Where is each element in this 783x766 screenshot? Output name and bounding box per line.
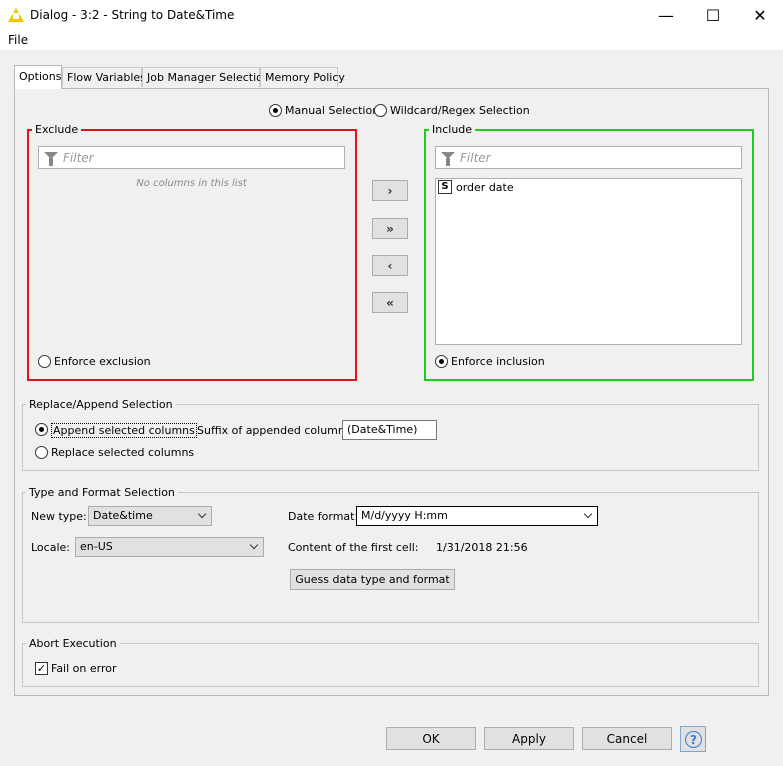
minimize-button[interactable]: — xyxy=(643,0,689,31)
enforce-exclusion-label[interactable]: Enforce exclusion xyxy=(54,355,151,368)
abort-execution-legend: Abort Execution xyxy=(26,637,120,650)
new-type-value: Date&time xyxy=(93,509,153,522)
title-bar: Dialog - 3:2 - String to Date&Time — ☐ ✕ xyxy=(0,0,783,32)
append-columns-label[interactable]: Append selected columns xyxy=(51,423,197,438)
list-item[interactable]: S order date xyxy=(437,180,740,195)
new-type-label: New type: xyxy=(31,510,87,523)
include-filter-placeholder: Filter xyxy=(460,151,491,165)
exclude-legend: Exclude xyxy=(32,123,82,136)
locale-value: en-US xyxy=(80,540,113,553)
list-item-label: order date xyxy=(456,181,514,194)
new-type-select[interactable]: Date&time xyxy=(88,506,212,526)
type-format-legend: Type and Format Selection xyxy=(26,486,178,499)
remove-all-button[interactable]: « xyxy=(372,292,408,313)
include-legend: Include xyxy=(429,123,476,136)
maximize-button[interactable]: ☐ xyxy=(690,0,736,31)
filter-icon xyxy=(441,152,455,166)
fail-on-error-label[interactable]: Fail on error xyxy=(51,662,117,675)
first-cell-label: Content of the first cell: xyxy=(288,541,419,554)
date-format-select[interactable]: M/d/yyyy H:mm xyxy=(356,506,598,526)
suffix-label: Suffix of appended columns: xyxy=(197,424,355,437)
date-format-label: Date format: xyxy=(288,510,359,523)
menu-bar: File xyxy=(0,32,783,50)
apply-button[interactable]: Apply xyxy=(484,727,574,750)
chevron-down-icon xyxy=(197,509,207,519)
date-format-value: M/d/yyyy H:mm xyxy=(361,509,448,522)
exclude-empty-text: No columns in this list xyxy=(136,178,247,189)
filter-icon xyxy=(44,152,58,166)
add-all-button[interactable]: » xyxy=(372,218,408,239)
wildcard-selection-radio[interactable] xyxy=(374,104,387,117)
suffix-input[interactable]: (Date&Time) xyxy=(342,420,437,440)
guess-format-button[interactable]: Guess data type and format xyxy=(290,569,455,590)
knime-warning-icon xyxy=(8,8,24,22)
menu-file[interactable]: File xyxy=(8,33,28,47)
window-title: Dialog - 3:2 - String to Date&Time xyxy=(30,8,235,22)
abort-execution-group xyxy=(22,643,759,687)
help-button[interactable]: ? xyxy=(680,726,706,752)
tab-memory-policy[interactable]: Memory Policy xyxy=(260,67,345,87)
tab-job-manager-selection[interactable]: Job Manager Selection xyxy=(142,67,270,87)
locale-select[interactable]: en-US xyxy=(75,537,264,557)
tab-flow-variables[interactable]: Flow Variables xyxy=(62,67,146,87)
wildcard-selection-label[interactable]: Wildcard/Regex Selection xyxy=(390,104,530,117)
fail-on-error-checkbox[interactable]: ✓ xyxy=(35,662,48,675)
help-icon: ? xyxy=(685,731,702,748)
first-cell-value: 1/31/2018 21:56 xyxy=(436,541,528,554)
include-filter-input[interactable]: Filter xyxy=(435,146,742,169)
exclude-filter-input[interactable]: Filter xyxy=(38,146,345,169)
enforce-inclusion-radio[interactable] xyxy=(435,355,448,368)
replace-columns-radio[interactable] xyxy=(35,446,48,459)
include-list[interactable]: S order date xyxy=(435,178,742,345)
add-button[interactable]: › xyxy=(372,180,408,201)
manual-selection-label[interactable]: Manual Selection xyxy=(285,104,379,117)
exclude-filter-placeholder: Filter xyxy=(63,151,94,165)
locale-label: Locale: xyxy=(31,541,70,554)
enforce-inclusion-label[interactable]: Enforce inclusion xyxy=(451,355,545,368)
close-button[interactable]: ✕ xyxy=(737,0,783,31)
replace-columns-label[interactable]: Replace selected columns xyxy=(51,446,194,459)
manual-selection-radio[interactable] xyxy=(269,104,282,117)
ok-button[interactable]: OK xyxy=(386,727,476,750)
enforce-exclusion-radio[interactable] xyxy=(38,355,51,368)
chevron-down-icon xyxy=(583,509,593,519)
string-type-icon: S xyxy=(438,180,452,194)
cancel-button[interactable]: Cancel xyxy=(582,727,672,750)
tab-options[interactable]: Options xyxy=(14,65,62,89)
remove-button[interactable]: ‹ xyxy=(372,255,408,276)
chevron-down-icon xyxy=(249,540,259,550)
replace-append-legend: Replace/Append Selection xyxy=(26,398,176,411)
append-columns-radio[interactable] xyxy=(35,423,48,436)
